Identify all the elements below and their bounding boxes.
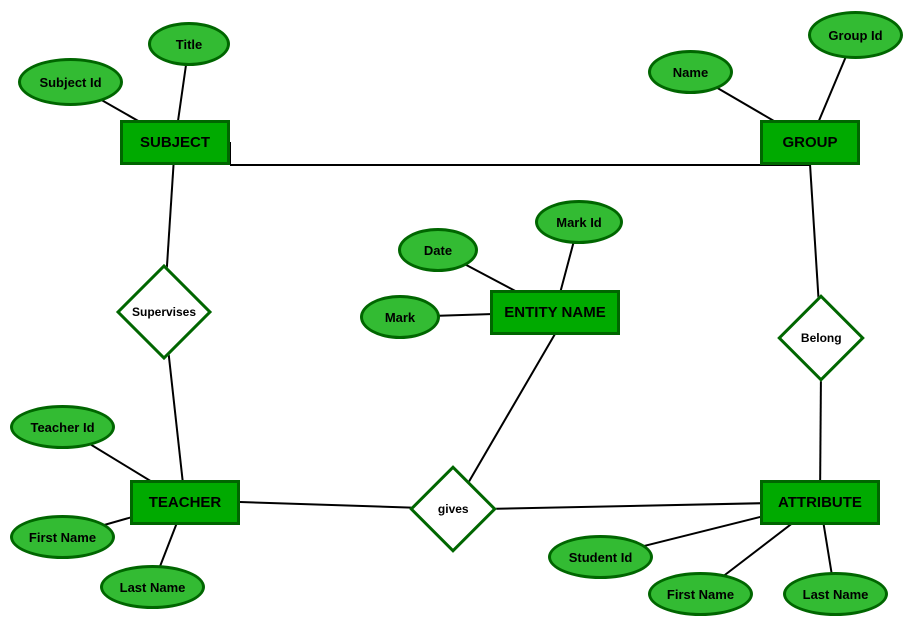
attr-title-label: Title — [176, 37, 203, 52]
entity-attribute-label: ATTRIBUTE — [778, 494, 862, 511]
entity-subject: SUBJECT — [120, 120, 230, 165]
attr-first-name-teacher: First Name — [10, 515, 115, 559]
attr-last-name-teacher-label: Last Name — [120, 580, 186, 595]
rel-gives-label: gives — [438, 502, 469, 516]
attr-teacher-id-label: Teacher Id — [30, 420, 94, 435]
rel-gives: gives — [409, 465, 497, 553]
entity-subject-label: SUBJECT — [140, 134, 210, 151]
attr-mark-id: Mark Id — [535, 200, 623, 244]
attr-date-label: Date — [424, 243, 452, 258]
entity-attribute: ATTRIBUTE — [760, 480, 880, 525]
attr-mark-id-label: Mark Id — [556, 215, 602, 230]
attr-name: Name — [648, 50, 733, 94]
attr-teacher-id: Teacher Id — [10, 405, 115, 449]
attr-last-name-attribute: Last Name — [783, 572, 888, 616]
attr-group-id-label: Group Id — [828, 28, 882, 43]
attr-last-name-teacher: Last Name — [100, 565, 205, 609]
rel-belong: Belong — [777, 294, 865, 382]
attr-group-id: Group Id — [808, 11, 903, 59]
attr-subject-id: Subject Id — [18, 58, 123, 106]
entity-entityname-label: ENTITY NAME — [504, 304, 605, 321]
attr-subject-id-label: Subject Id — [39, 75, 101, 90]
attr-name-label: Name — [673, 65, 708, 80]
attr-student-id: Student Id — [548, 535, 653, 579]
rel-supervises-label: Supervises — [132, 305, 196, 319]
attr-last-name-attribute-label: Last Name — [803, 587, 869, 602]
attr-date: Date — [398, 228, 478, 272]
entity-group-label: GROUP — [782, 134, 837, 151]
rel-supervises: Supervises — [116, 264, 212, 360]
entity-teacher: TEACHER — [130, 480, 240, 525]
attr-first-name-attribute-label: First Name — [667, 587, 734, 602]
rel-belong-label: Belong — [801, 331, 842, 345]
entity-group: GROUP — [760, 120, 860, 165]
attr-first-name-teacher-label: First Name — [29, 530, 96, 545]
attr-mark: Mark — [360, 295, 440, 339]
attr-mark-label: Mark — [385, 310, 415, 325]
attr-student-id-label: Student Id — [569, 550, 633, 565]
attr-first-name-attribute: First Name — [648, 572, 753, 616]
attr-title: Title — [148, 22, 230, 66]
entity-teacher-label: TEACHER — [149, 494, 222, 511]
entity-entity-name: ENTITY NAME — [490, 290, 620, 335]
